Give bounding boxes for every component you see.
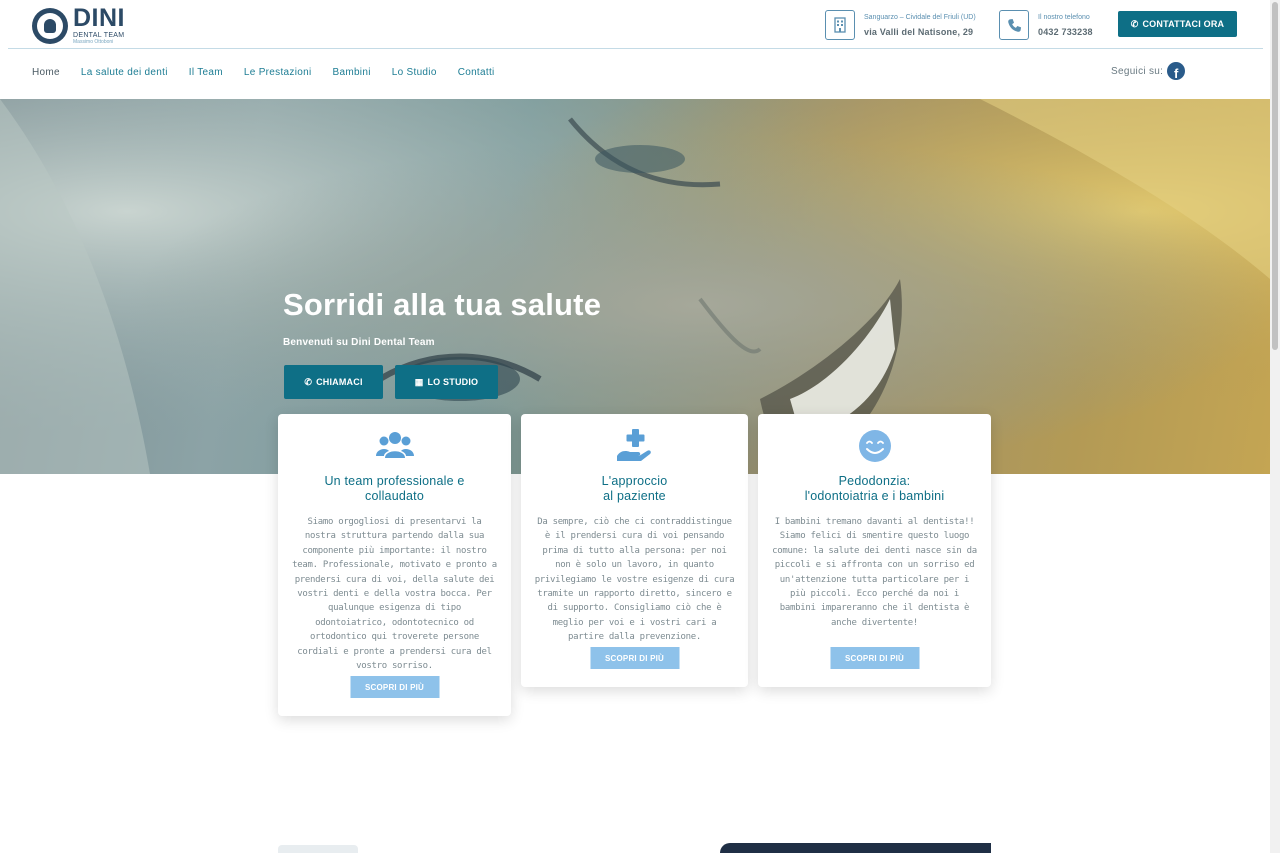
card-text: Siamo orgogliosi di presentarvi la nostr… xyxy=(292,517,497,672)
address-block: Sanguarzo – Cividale del Friuli (UD) via… xyxy=(825,10,976,40)
phone-icon xyxy=(999,10,1029,40)
discover-more-button[interactable]: SCOPRI DI PIÙ xyxy=(830,647,919,669)
logo-tagline: Massimo Ottoboni xyxy=(73,39,114,45)
header-divider xyxy=(8,48,1263,49)
card-text: I bambini tremano davanti al dentista!! … xyxy=(772,517,977,628)
card-title-line1: L'approccio xyxy=(601,474,668,488)
studio-button-label: LO STUDIO xyxy=(427,377,479,387)
feature-card-approach: L'approccio al paziente Da sempre, ciò c… xyxy=(521,414,748,687)
whatsapp-icon: ✆ xyxy=(1130,18,1139,29)
card-title-line1: Un team professionale e xyxy=(324,474,465,488)
scrollbar-thumb[interactable] xyxy=(1272,2,1278,350)
nav-item-prestazioni[interactable]: Le Prestazioni xyxy=(244,67,312,78)
contact-now-button[interactable]: ✆ CONTATTACI ORA xyxy=(1118,11,1237,37)
logo-name: DINI xyxy=(73,4,125,32)
card-title-line1: Pedodonzia: xyxy=(838,474,911,488)
call-button-label: CHIAMACI xyxy=(316,377,363,387)
tooth-logo-icon xyxy=(32,7,68,44)
phone-label: Il nostro telefono xyxy=(1038,13,1090,21)
studio-button[interactable]: ▦ LO STUDIO xyxy=(395,365,498,399)
card-title: Pedodonzia: l'odontoiatria e i bambini xyxy=(768,474,981,504)
building-icon xyxy=(825,10,855,40)
hero-title: Sorridi alla tua salute xyxy=(283,287,602,322)
building-icon: ▦ xyxy=(414,376,424,387)
card-title: Un team professionale e collaudato xyxy=(288,474,501,504)
main-nav: Home La salute dei denti Il Team Le Pres… xyxy=(32,67,516,78)
call-button[interactable]: ✆ CHIAMACI xyxy=(284,365,383,399)
hero-subtitle: Benvenuti su Dini Dental Team xyxy=(283,337,435,348)
discover-more-button[interactable]: SCOPRI DI PIÙ xyxy=(590,647,679,669)
hand-holding-medical-icon xyxy=(616,429,651,461)
phone-block: Il nostro telefono 0432 733238 xyxy=(999,10,1093,40)
discover-more-button[interactable]: SCOPRI DI PIÙ xyxy=(350,676,439,698)
card-title-line2: al paziente xyxy=(603,489,666,503)
card-title-line2: l'odontoiatria e i bambini xyxy=(804,489,945,503)
address-value: via Valli del Natisone, 29 xyxy=(864,26,974,37)
contact-now-label: CONTATTACI ORA xyxy=(1142,19,1225,29)
card-title-line2: collaudato xyxy=(365,489,424,503)
nav-item-studio[interactable]: Lo Studio xyxy=(392,67,437,78)
phone-icon: ✆ xyxy=(304,376,313,387)
card-text: Da sempre, ciò che ci contraddistingue è… xyxy=(534,517,735,643)
top-header: DINI DENTAL TEAM Massimo Ottoboni Sangua… xyxy=(0,0,1270,48)
page-scrollbar[interactable] xyxy=(1270,0,1280,853)
nav-item-contatti[interactable]: Contatti xyxy=(458,67,495,78)
logo-text: DINI DENTAL TEAM Massimo Ottoboni xyxy=(73,6,125,45)
nav-item-home[interactable]: Home xyxy=(32,67,60,78)
nav-item-salute-denti[interactable]: La salute dei denti xyxy=(81,67,168,78)
users-icon xyxy=(375,432,414,458)
nav-item-team[interactable]: Il Team xyxy=(189,67,223,78)
feature-card-team: Un team professionale e collaudato Siamo… xyxy=(278,414,511,716)
smile-icon xyxy=(858,430,891,462)
next-section-image-right xyxy=(720,843,991,853)
phone-value[interactable]: 0432 733238 xyxy=(1038,27,1093,37)
next-section-image-left xyxy=(278,845,358,853)
site-logo[interactable]: DINI DENTAL TEAM Massimo Ottoboni xyxy=(32,6,125,45)
facebook-icon[interactable]: f xyxy=(1167,62,1186,80)
nav-item-bambini[interactable]: Bambini xyxy=(332,67,370,78)
feature-card-pedodontics: Pedodonzia: l'odontoiatria e i bambini I… xyxy=(758,414,991,687)
address-label: Sanguarzo – Cividale del Friuli (UD) xyxy=(864,13,976,21)
logo-subtitle: DENTAL TEAM xyxy=(73,32,125,39)
social-label: Seguici su: xyxy=(1111,65,1164,77)
card-title: L'approccio al paziente xyxy=(531,474,738,504)
social-follow: Seguici su: f xyxy=(1111,62,1186,80)
